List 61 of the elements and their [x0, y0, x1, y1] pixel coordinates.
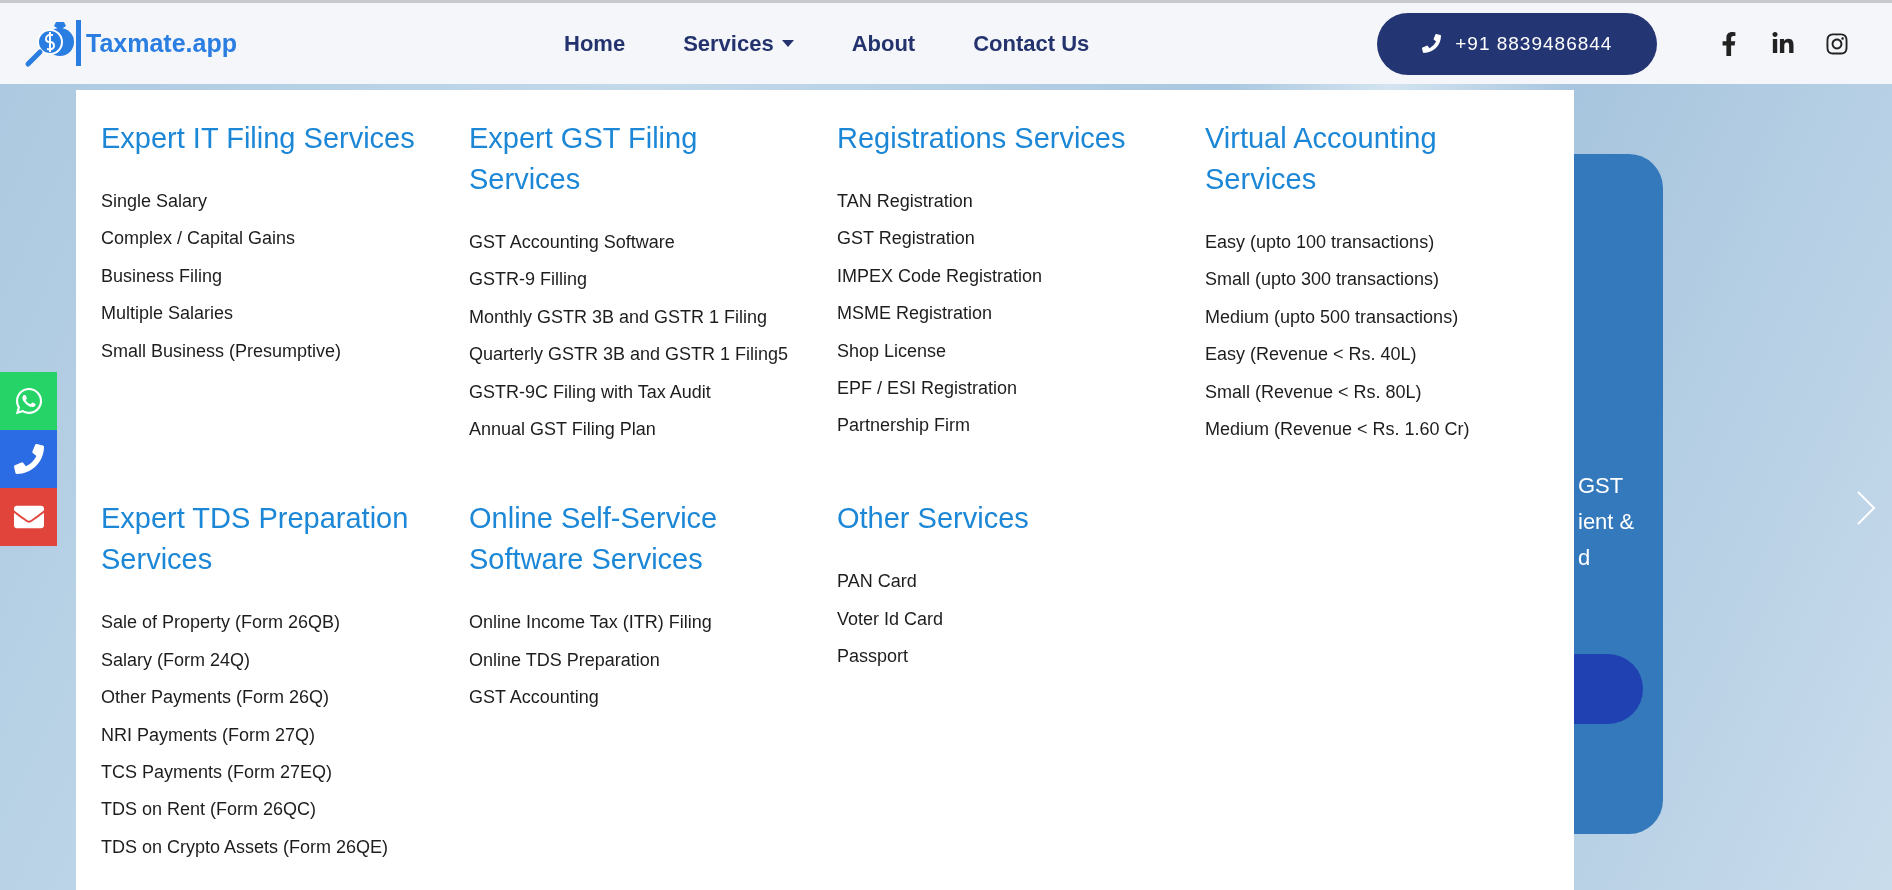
instagram-icon[interactable] [1825, 31, 1850, 56]
menu-item[interactable]: Online TDS Preparation [469, 641, 660, 680]
section-heading: Virtual Accounting Services [1205, 121, 1438, 197]
menu-item[interactable]: Single Salary [101, 183, 208, 221]
hero-text: ient & [1578, 508, 1635, 536]
menu-item[interactable]: Medium (upto 500 transactions) [1205, 298, 1459, 337]
menu-item[interactable]: Shop License [837, 332, 947, 371]
menu-item[interactable]: Multiple Salaries [101, 295, 234, 333]
hero-text: d [1578, 544, 1591, 572]
menu-item[interactable]: TCS Payments (Form 27EQ) [101, 754, 333, 792]
section-heading: Online Self-Service Software Services [469, 501, 719, 578]
section-heading: Expert GST Filing Services [469, 121, 699, 197]
menu-item[interactable]: Partnership Firm [837, 407, 971, 445]
menu-item[interactable]: GST Registration [837, 220, 975, 258]
menu-item[interactable]: GST Accounting Software [469, 224, 675, 262]
money-bag-magnifier-icon [24, 19, 82, 68]
whatsapp-icon [13, 386, 44, 416]
section-heading: Expert TDS Preparation Services [101, 501, 410, 578]
menu-item[interactable]: GSTR-9C Filing with Tax Audit [469, 373, 711, 412]
nav-link[interactable]: Contact Us [973, 30, 1090, 57]
phone-button[interactable]: +91 8839486844 [1377, 12, 1658, 75]
menu-item[interactable]: TDS on Crypto Assets (Form 26QE) [101, 828, 389, 867]
menu-item[interactable]: Small Business (Presumptive) [101, 332, 342, 371]
menu-item[interactable]: GST Accounting [469, 679, 599, 717]
section-heading: Registrations Services [837, 121, 1127, 156]
menu-item[interactable]: Salary (Form 24Q) [101, 641, 251, 680]
phone-icon [1422, 34, 1442, 53]
section-heading: Expert IT Filing Services [101, 121, 416, 156]
menu-item[interactable]: Quarterly GSTR 3B and GSTR 1 Filing5 [469, 336, 789, 374]
menu-item[interactable]: Small (upto 300 transactions) [1205, 261, 1440, 299]
menu-item[interactable]: PAN Card [837, 563, 917, 601]
menu-item[interactable]: TAN Registration [837, 183, 973, 221]
linkedin-icon[interactable] [1771, 31, 1796, 56]
contact-button[interactable] [0, 430, 57, 488]
hero-text: GST [1578, 472, 1624, 500]
menu-item[interactable]: Easy (Revenue < Rs. 40L) [1205, 336, 1417, 374]
menu-item[interactable]: Business Filing [101, 257, 223, 296]
menu-item[interactable]: Medium (Revenue < Rs. 1.60 Cr) [1205, 411, 1470, 449]
menu-item[interactable]: IMPEX Code Registration [837, 257, 1043, 296]
menu-item[interactable]: MSME Registration [837, 295, 993, 333]
menu-item[interactable]: Online Income Tax (ITR) Filing [469, 604, 712, 642]
contact-button[interactable] [0, 488, 57, 546]
menu-item[interactable]: GSTR-9 Filling [469, 261, 588, 299]
menu-item[interactable]: EPF / ESI Registration [837, 370, 1018, 408]
section-heading: Other Services [837, 501, 1030, 537]
logo-text[interactable]: Taxmate.app [86, 29, 237, 58]
menu-item[interactable]: Complex / Capital Gains [101, 220, 296, 258]
nav-link[interactable]: Home [564, 30, 626, 57]
menu-item[interactable]: Sale of Property (Form 26QB) [101, 604, 341, 642]
menu-item[interactable]: Easy (upto 100 transactions) [1205, 224, 1435, 262]
menu-item[interactable]: Small (Revenue < Rs. 80L) [1205, 373, 1422, 412]
menu-item[interactable]: NRI Payments (Form 27Q) [101, 716, 316, 755]
menu-item[interactable]: Monthly GSTR 3B and GSTR 1 Filing [469, 298, 768, 337]
phone-icon [13, 444, 44, 474]
nav-link[interactable]: Services [683, 30, 794, 57]
menu-item[interactable]: Annual GST Filing Plan [469, 411, 656, 449]
menu-item[interactable]: TDS on Rent (Form 26QC) [101, 791, 317, 829]
nav-link[interactable]: About [851, 30, 916, 57]
menu-item[interactable]: Passport [837, 638, 909, 676]
menu-item[interactable]: Other Payments (Form 26Q) [101, 679, 330, 717]
menu-item[interactable]: Voter Id Card [837, 600, 944, 639]
